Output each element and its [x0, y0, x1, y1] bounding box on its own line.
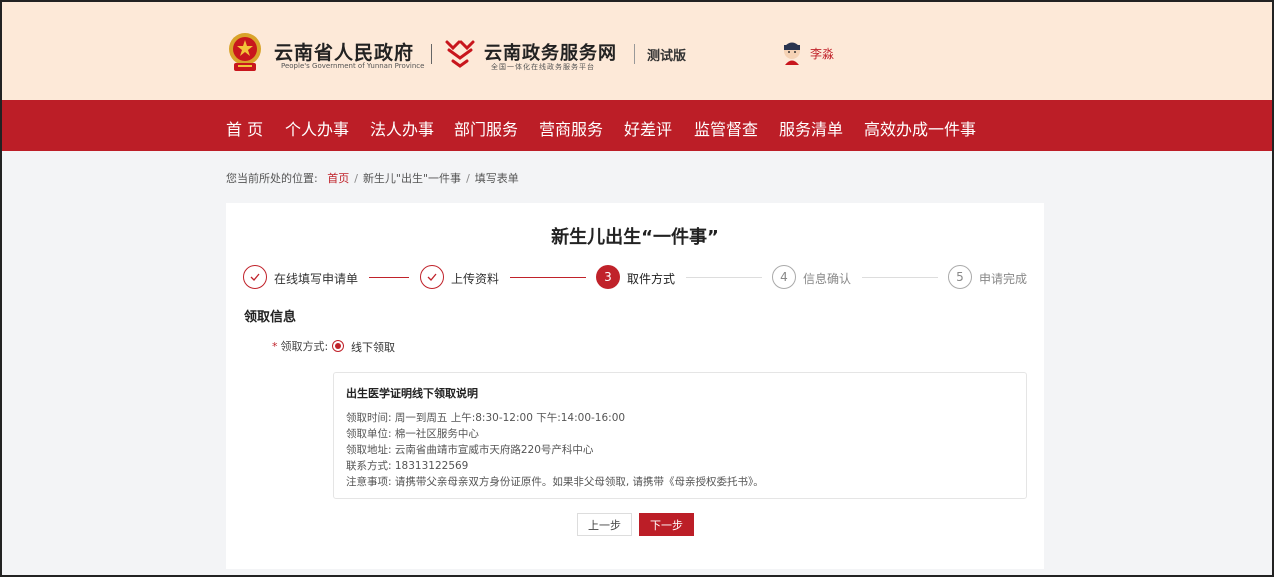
pickup-option-offline[interactable]: 线下领取	[351, 339, 395, 355]
pickup-method-row: * 领取方式:	[272, 338, 328, 354]
step-3-label: 取件方式	[627, 272, 676, 286]
step-2-label: 上传资料	[451, 272, 500, 286]
info-pickup-address: 领取地址: 云南省曲靖市宣威市天府路220号产科中心	[346, 444, 594, 456]
info-notes: 注意事项: 请携带父亲母亲双方身份证原件。如果非父母领取, 请携带《母亲授权委托…	[346, 476, 764, 488]
step-connector	[369, 277, 409, 278]
breadcrumb-item[interactable]: 新生儿"出生"一件事	[363, 172, 461, 185]
check-icon	[250, 273, 260, 281]
gov-title: 云南省人民政府	[274, 42, 415, 64]
info-contact: 联系方式: 18313122569	[346, 460, 469, 472]
step-connector	[510, 277, 586, 278]
service-logo-icon	[445, 40, 475, 68]
section-title: 领取信息	[244, 310, 297, 325]
step-2-check-icon	[420, 265, 444, 289]
info-title: 出生医学证明线下领取说明	[346, 387, 478, 400]
username-link[interactable]: 李淼	[810, 45, 834, 62]
nav-service-list[interactable]: 服务清单	[779, 116, 843, 140]
breadcrumb: 您当前所处的位置: 首页 / 新生儿"出生"一件事 / 填写表单	[226, 170, 519, 186]
header-divider	[431, 44, 432, 64]
step-4-label: 信息确认	[803, 272, 852, 286]
breadcrumb-prefix: 您当前所处的位置:	[226, 172, 318, 185]
main-nav: 首 页 个人办事 法人办事 部门服务 营商服务 好差评 监管督查 服务清单 高效…	[2, 100, 1272, 151]
step-1-check-icon	[243, 265, 267, 289]
header-divider	[634, 44, 635, 64]
nav-personal[interactable]: 个人办事	[285, 116, 349, 140]
nav-one-thing[interactable]: 高效办成一件事	[864, 116, 976, 140]
national-emblem-icon	[229, 33, 261, 71]
nav-home[interactable]: 首 页	[226, 116, 263, 140]
nav-supervision[interactable]: 监管督查	[694, 116, 758, 140]
avatar-icon[interactable]	[781, 41, 803, 65]
step-connector	[862, 277, 938, 278]
breadcrumb-separator: /	[466, 172, 470, 185]
required-mark: *	[272, 340, 278, 353]
page-title: 新生儿出生“一件事”	[551, 227, 719, 248]
step-5-number: 5	[948, 265, 972, 289]
info-pickup-time: 领取时间: 周一到周五 上午:8:30-12:00 下午:14:00-16:00	[346, 412, 626, 424]
service-subtitle: 全国一体化在线政务服务平台	[491, 63, 595, 71]
radio-checked-icon[interactable]	[332, 340, 344, 352]
nav-business[interactable]: 营商服务	[539, 116, 603, 140]
nav-corporate[interactable]: 法人办事	[370, 116, 434, 140]
pickup-method-label: 领取方式:	[280, 340, 329, 353]
gov-subtitle: People's Government of Yunnan Province	[281, 62, 425, 70]
breadcrumb-current: 填写表单	[474, 172, 519, 185]
nav-department[interactable]: 部门服务	[454, 116, 518, 140]
breadcrumb-separator: /	[354, 172, 358, 185]
step-4-number: 4	[772, 265, 796, 289]
info-pickup-unit: 领取单位: 棉一社区服务中心	[346, 428, 479, 440]
step-3-number: 3	[596, 265, 620, 289]
step-connector	[686, 277, 762, 278]
check-icon	[427, 273, 437, 281]
form-card: 新生儿出生“一件事” 在线填写申请单 上传资料 3 取件方式 4 信息确认 5 …	[226, 203, 1044, 569]
step-5-label: 申请完成	[979, 272, 1028, 286]
next-step-button[interactable]: 下一步	[639, 513, 694, 536]
top-header: 云南省人民政府 People's Government of Yunnan Pr…	[2, 2, 1272, 100]
breadcrumb-home-link[interactable]: 首页	[327, 172, 349, 185]
prev-step-button[interactable]: 上一步	[577, 513, 632, 536]
step-1-label: 在线填写申请单	[274, 272, 359, 286]
pickup-info-box: 出生医学证明线下领取说明 领取时间: 周一到周五 上午:8:30-12:00 下…	[333, 372, 1027, 499]
nav-evaluation[interactable]: 好差评	[624, 116, 672, 140]
beta-label: 测试版	[647, 49, 687, 64]
